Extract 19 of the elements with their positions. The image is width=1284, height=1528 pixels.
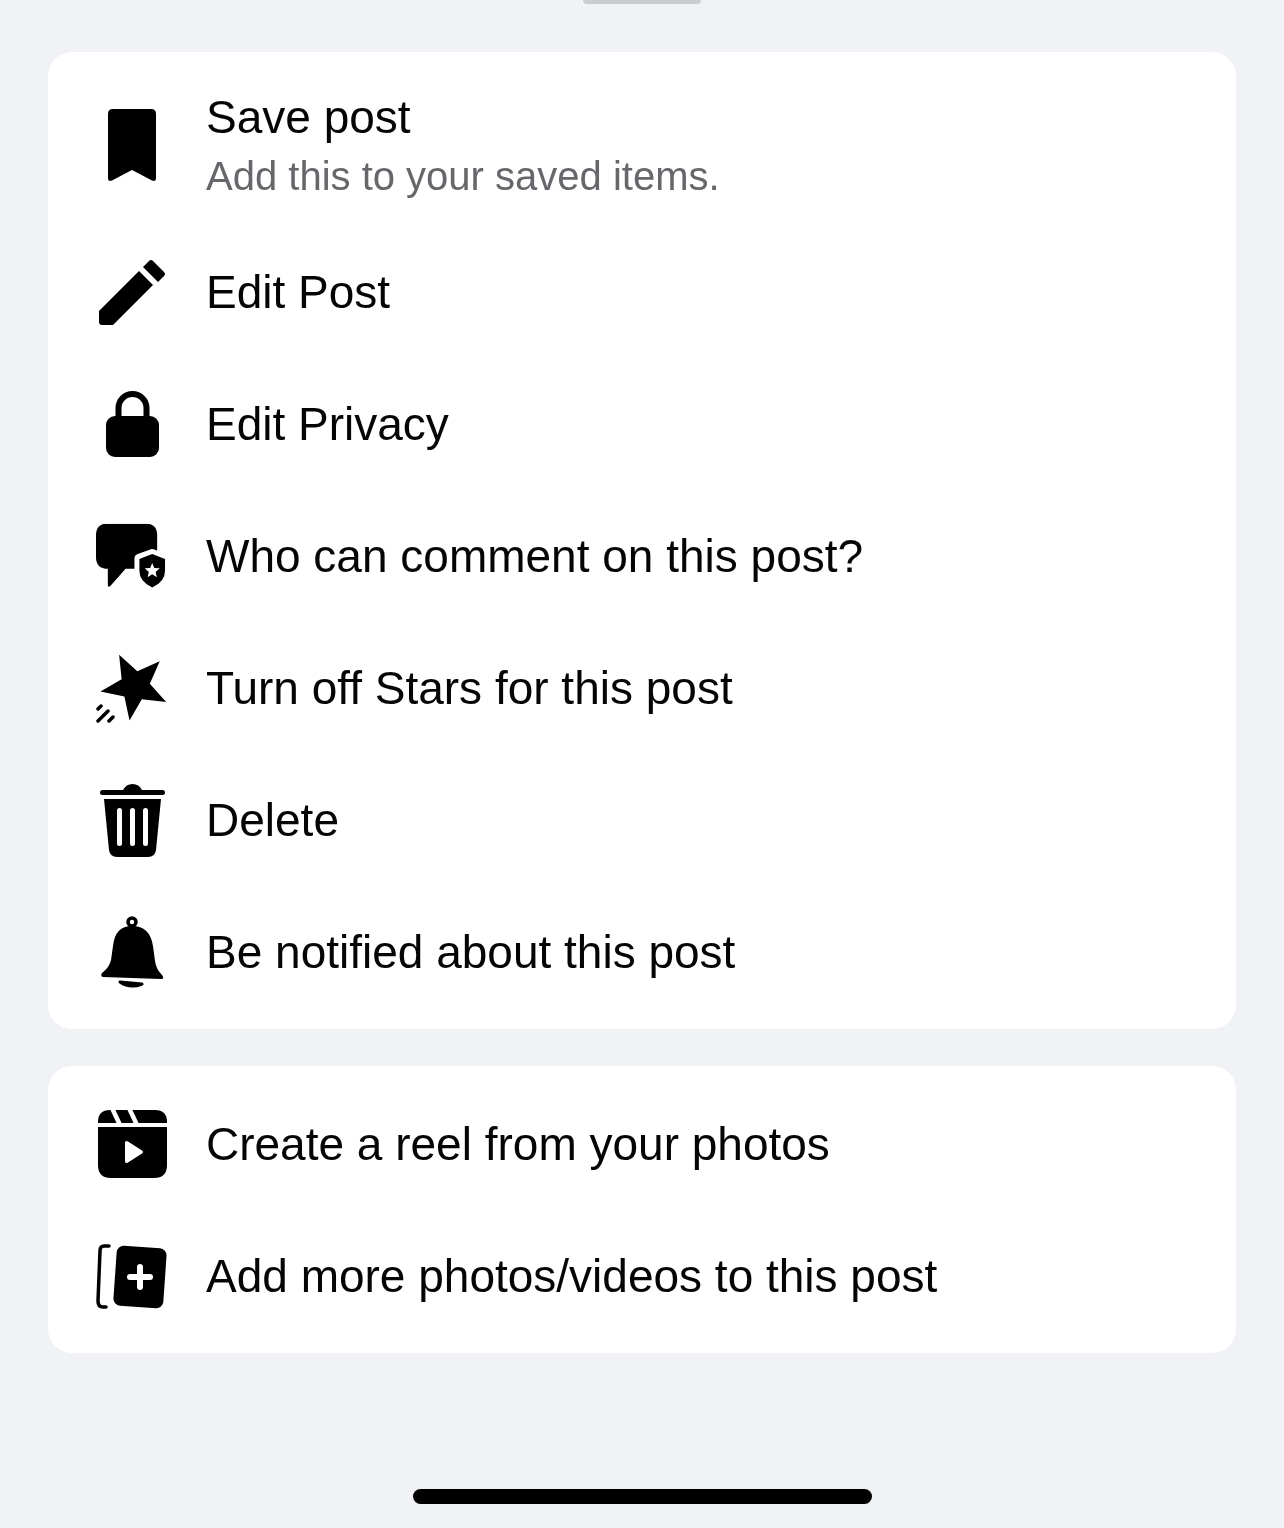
menu-item[interactable]: Turn off Stars for this post xyxy=(48,622,1236,754)
menu-item[interactable]: Who can comment on this post? xyxy=(48,490,1236,622)
drag-handle[interactable] xyxy=(583,0,701,4)
speech-bubble-shield-icon xyxy=(96,523,168,589)
pencil-icon xyxy=(98,259,166,325)
menu-item[interactable]: Create a reel from your photos xyxy=(48,1078,1236,1210)
lock-icon xyxy=(105,391,159,457)
menu-item[interactable]: Be notified about this post xyxy=(48,886,1236,1018)
menu-item[interactable]: Delete xyxy=(48,754,1236,886)
bookmark-icon xyxy=(108,108,156,182)
menu-item[interactable]: Edit Post xyxy=(48,226,1236,358)
bell-icon xyxy=(99,915,165,989)
menu-item[interactable]: Add more photos/videos to this post xyxy=(48,1210,1236,1342)
photo-plus-icon xyxy=(96,1242,168,1310)
clapperboard-play-icon xyxy=(97,1110,167,1178)
menu-item[interactable]: Edit Privacy xyxy=(48,358,1236,490)
shooting-star-icon xyxy=(96,653,168,723)
menu-item[interactable]: Save post Add this to your saved items. xyxy=(48,64,1236,226)
trash-icon xyxy=(99,783,165,857)
